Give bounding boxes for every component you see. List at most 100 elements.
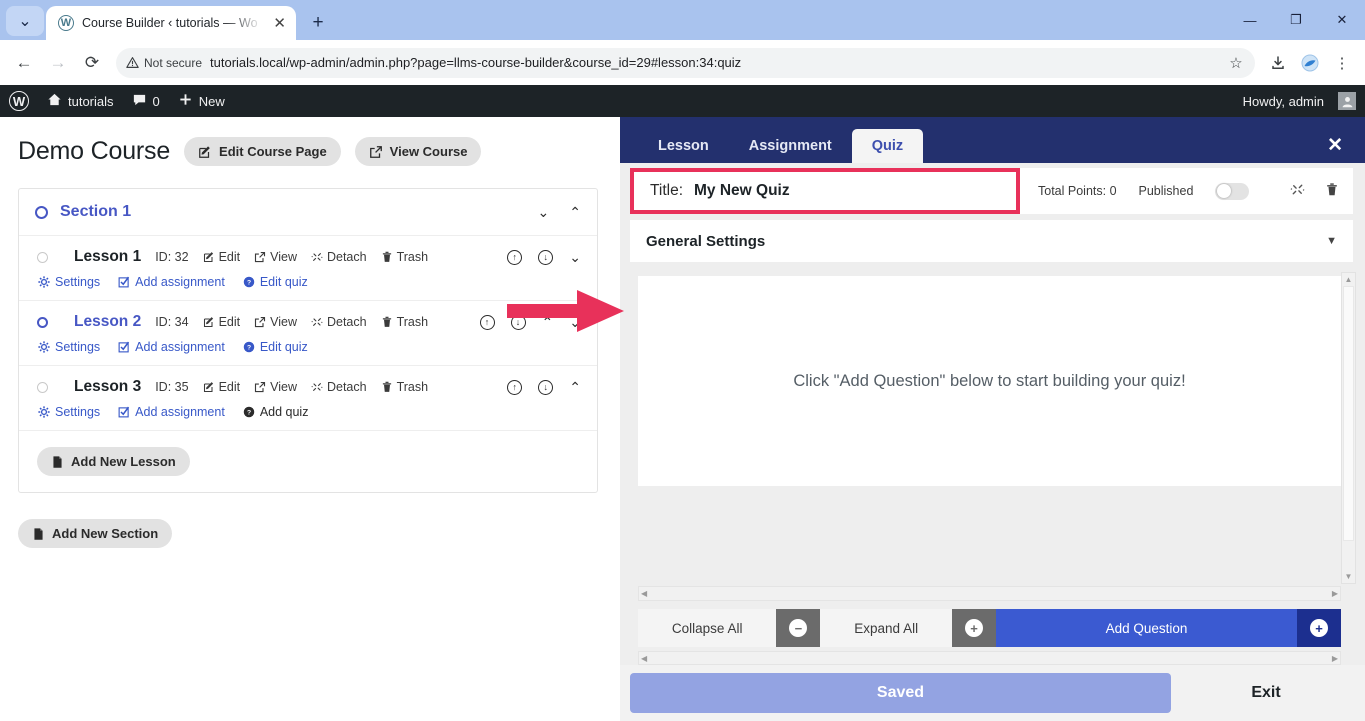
lesson-view-link[interactable]: View	[254, 380, 297, 394]
new-content-button[interactable]: New	[169, 85, 234, 117]
download-icon[interactable]	[1263, 48, 1293, 78]
expand-all-label[interactable]: Expand All	[820, 609, 952, 647]
lesson-settings-label: Settings	[55, 340, 101, 354]
add-new-section-button[interactable]: Add New Section	[18, 519, 173, 548]
quiz-horizontal-scrollbar-bottom[interactable]: ◀ ▶	[638, 651, 1341, 665]
lesson-quiz-link[interactable]: ? Edit quiz	[243, 340, 308, 354]
lesson-quiz-link[interactable]: ? Add quiz	[243, 405, 308, 419]
move-down-chevron-icon[interactable]: ⌄	[569, 250, 581, 264]
lesson-edit-link[interactable]: Edit	[203, 250, 240, 264]
lesson-view-link[interactable]: View	[254, 315, 297, 329]
plus-icon	[178, 92, 193, 110]
back-icon[interactable]: ←	[8, 47, 40, 79]
close-icon[interactable]: ✕	[271, 16, 288, 31]
scrollbar-thumb[interactable]	[1343, 286, 1354, 541]
tab-quiz[interactable]: Quiz	[851, 129, 924, 163]
scroll-right-arrow-icon[interactable]: ▶	[1332, 589, 1338, 598]
collapse-all-label[interactable]: Collapse All	[638, 609, 776, 647]
scroll-right-arrow-icon[interactable]: ▶	[1332, 654, 1338, 663]
general-settings-accordion[interactable]: General Settings ▼	[630, 220, 1353, 262]
lesson-trash-link[interactable]: Trash	[381, 250, 428, 264]
exit-button[interactable]: Exit	[1181, 673, 1351, 713]
lesson-add-assignment-link[interactable]: Add assignment	[118, 405, 225, 419]
lesson-edit-link[interactable]: Edit	[203, 315, 241, 329]
lesson-settings-link[interactable]: Settings	[38, 405, 100, 419]
minimize-icon[interactable]: —	[1227, 0, 1273, 40]
lesson-quiz-link[interactable]: ? Edit quiz	[243, 275, 308, 289]
move-to-prev-section-icon[interactable]: ↑	[507, 249, 523, 265]
lesson-trash-link[interactable]: Trash	[381, 380, 428, 394]
add-new-lesson-button[interactable]: Add New Lesson	[37, 447, 190, 476]
collapse-all-button[interactable]: −	[776, 609, 821, 647]
saved-button[interactable]: Saved	[630, 673, 1171, 713]
quiz-title-field[interactable]: Title: My New Quiz	[630, 168, 1020, 214]
browser-title-bar: ⌄ W Course Builder ‹ tutorials — Wo ✕ + …	[0, 0, 1365, 40]
lesson-edit-link[interactable]: Edit	[203, 380, 240, 394]
lesson-add-assignment-link[interactable]: Add assignment	[118, 275, 225, 289]
lesson-title[interactable]: Lesson 1	[74, 248, 141, 266]
lesson-view-link[interactable]: View	[254, 250, 297, 264]
move-to-prev-section-icon[interactable]: ↑	[479, 314, 495, 330]
external-link-icon	[369, 145, 382, 158]
new-tab-button[interactable]: +	[304, 8, 332, 36]
lesson-title[interactable]: Lesson 2	[74, 313, 141, 331]
reload-icon[interactable]: ⟳	[76, 47, 108, 79]
add-question-button[interactable]: Add Question +	[996, 609, 1341, 647]
tab-search-button[interactable]: ⌄	[6, 6, 44, 36]
window-close-icon[interactable]: ✕	[1319, 0, 1365, 40]
edit-course-page-label: Edit Course Page	[219, 144, 327, 159]
chevron-down-icon[interactable]: ▼	[1326, 235, 1337, 247]
lesson-title[interactable]: Lesson 3	[74, 378, 141, 396]
quiz-empty-message: Click "Add Question" below to start buil…	[793, 371, 1186, 390]
wp-logo-button[interactable]: W	[0, 85, 38, 117]
browser-menu-icon[interactable]: ⋮	[1327, 48, 1357, 78]
maximize-icon[interactable]: ❐	[1273, 0, 1319, 40]
lesson-settings-link[interactable]: Settings	[38, 340, 100, 354]
tab-lesson[interactable]: Lesson	[638, 129, 729, 163]
lesson-detach-link[interactable]: Detach	[311, 380, 367, 394]
move-up-chevron-icon[interactable]: ⌃	[542, 315, 554, 329]
move-to-prev-section-icon[interactable]: ↑	[507, 379, 523, 395]
view-course-button[interactable]: View Course	[354, 137, 482, 166]
quiz-title-input[interactable]: My New Quiz	[694, 182, 790, 200]
site-name-button[interactable]: tutorials	[38, 85, 123, 117]
move-down-chevron-icon[interactable]: ⌄	[569, 315, 581, 329]
add-question-label: Add Question	[1105, 620, 1188, 636]
quiz-vertical-scrollbar[interactable]: ▲ ▼	[1341, 272, 1356, 584]
forward-icon[interactable]: →	[42, 47, 74, 79]
section-header[interactable]: Section 1 ⌄ ⌃	[19, 189, 597, 236]
add-question-icon-button[interactable]: +	[1297, 609, 1341, 647]
bookmark-star-icon[interactable]: ☆	[1223, 50, 1249, 76]
browser-tab[interactable]: W Course Builder ‹ tutorials — Wo ✕	[46, 6, 296, 40]
lesson-settings-link[interactable]: Settings	[38, 275, 100, 289]
extension-icon[interactable]	[1295, 48, 1325, 78]
move-to-next-section-icon[interactable]: ↓	[510, 314, 526, 330]
detach-quiz-icon[interactable]	[1290, 182, 1305, 200]
address-bar[interactable]: Not secure tutorials.local/wp-admin/admi…	[116, 47, 1255, 78]
move-to-next-section-icon[interactable]: ↓	[538, 249, 554, 265]
delete-quiz-icon[interactable]	[1325, 182, 1339, 200]
lesson-add-assignment-link[interactable]: Add assignment	[118, 340, 225, 354]
move-to-next-section-icon[interactable]: ↓	[538, 379, 554, 395]
scroll-left-arrow-icon[interactable]: ◀	[641, 654, 647, 663]
expand-all-chevron-down-icon[interactable]: ⌄	[538, 205, 550, 219]
scroll-up-arrow-icon[interactable]: ▲	[1342, 273, 1355, 286]
lesson-edit-label: Edit	[218, 315, 241, 329]
edit-course-page-button[interactable]: Edit Course Page	[184, 137, 341, 166]
collapse-all-chevron-up-icon[interactable]: ⌃	[569, 205, 581, 219]
gear-icon	[38, 341, 50, 353]
published-toggle[interactable]	[1215, 182, 1250, 200]
lesson-trash-link[interactable]: Trash	[381, 315, 428, 329]
expand-all-button[interactable]: +	[952, 609, 996, 647]
lesson-detach-link[interactable]: Detach	[311, 315, 367, 329]
scroll-down-arrow-icon[interactable]: ▼	[1342, 570, 1355, 583]
comments-button[interactable]: 0	[123, 85, 169, 117]
close-panel-icon[interactable]: ✕	[1327, 136, 1343, 155]
not-secure-indicator[interactable]: Not secure	[126, 56, 202, 70]
scroll-left-arrow-icon[interactable]: ◀	[641, 589, 647, 598]
move-up-chevron-icon[interactable]: ⌃	[569, 380, 581, 394]
my-account-button[interactable]: Howdy, admin	[1234, 85, 1365, 117]
lesson-detach-link[interactable]: Detach	[311, 250, 367, 264]
quiz-horizontal-scrollbar-top[interactable]: ◀ ▶	[638, 586, 1341, 601]
tab-assignment[interactable]: Assignment	[729, 129, 852, 163]
